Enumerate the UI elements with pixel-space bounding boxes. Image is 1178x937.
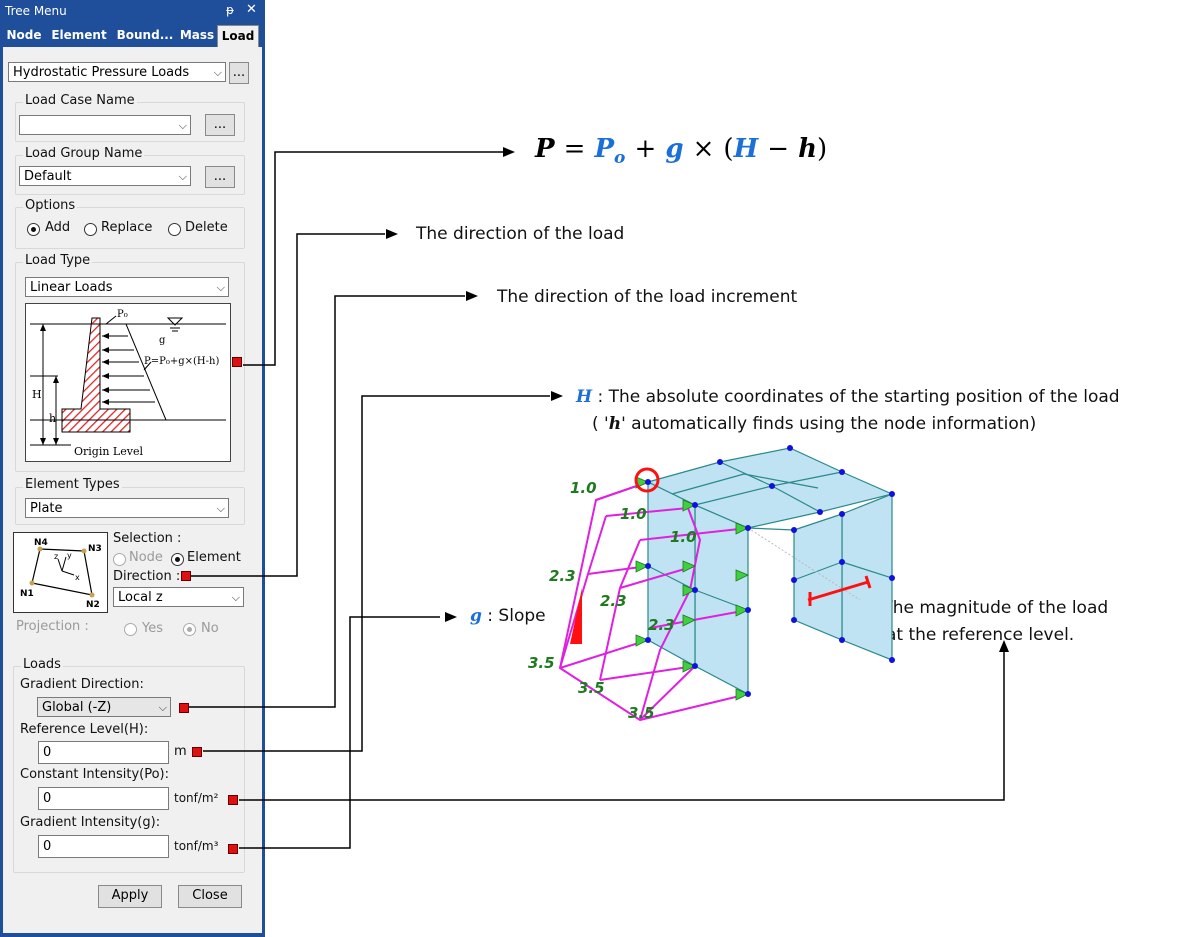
- load-value-label: 3.5: [528, 654, 555, 672]
- load-value-label: 2.3: [648, 616, 675, 634]
- load-value-label: 3.5: [628, 704, 655, 722]
- load-value-label: 1.0: [570, 479, 597, 497]
- load-value-label: 3.5: [578, 679, 605, 697]
- load-value-label: 2.3: [600, 592, 627, 610]
- model-view: [558, 445, 895, 722]
- load-value-label: 1.0: [620, 505, 647, 523]
- load-value-label: 1.0: [670, 528, 697, 546]
- load-value-label: 2.3: [549, 567, 576, 585]
